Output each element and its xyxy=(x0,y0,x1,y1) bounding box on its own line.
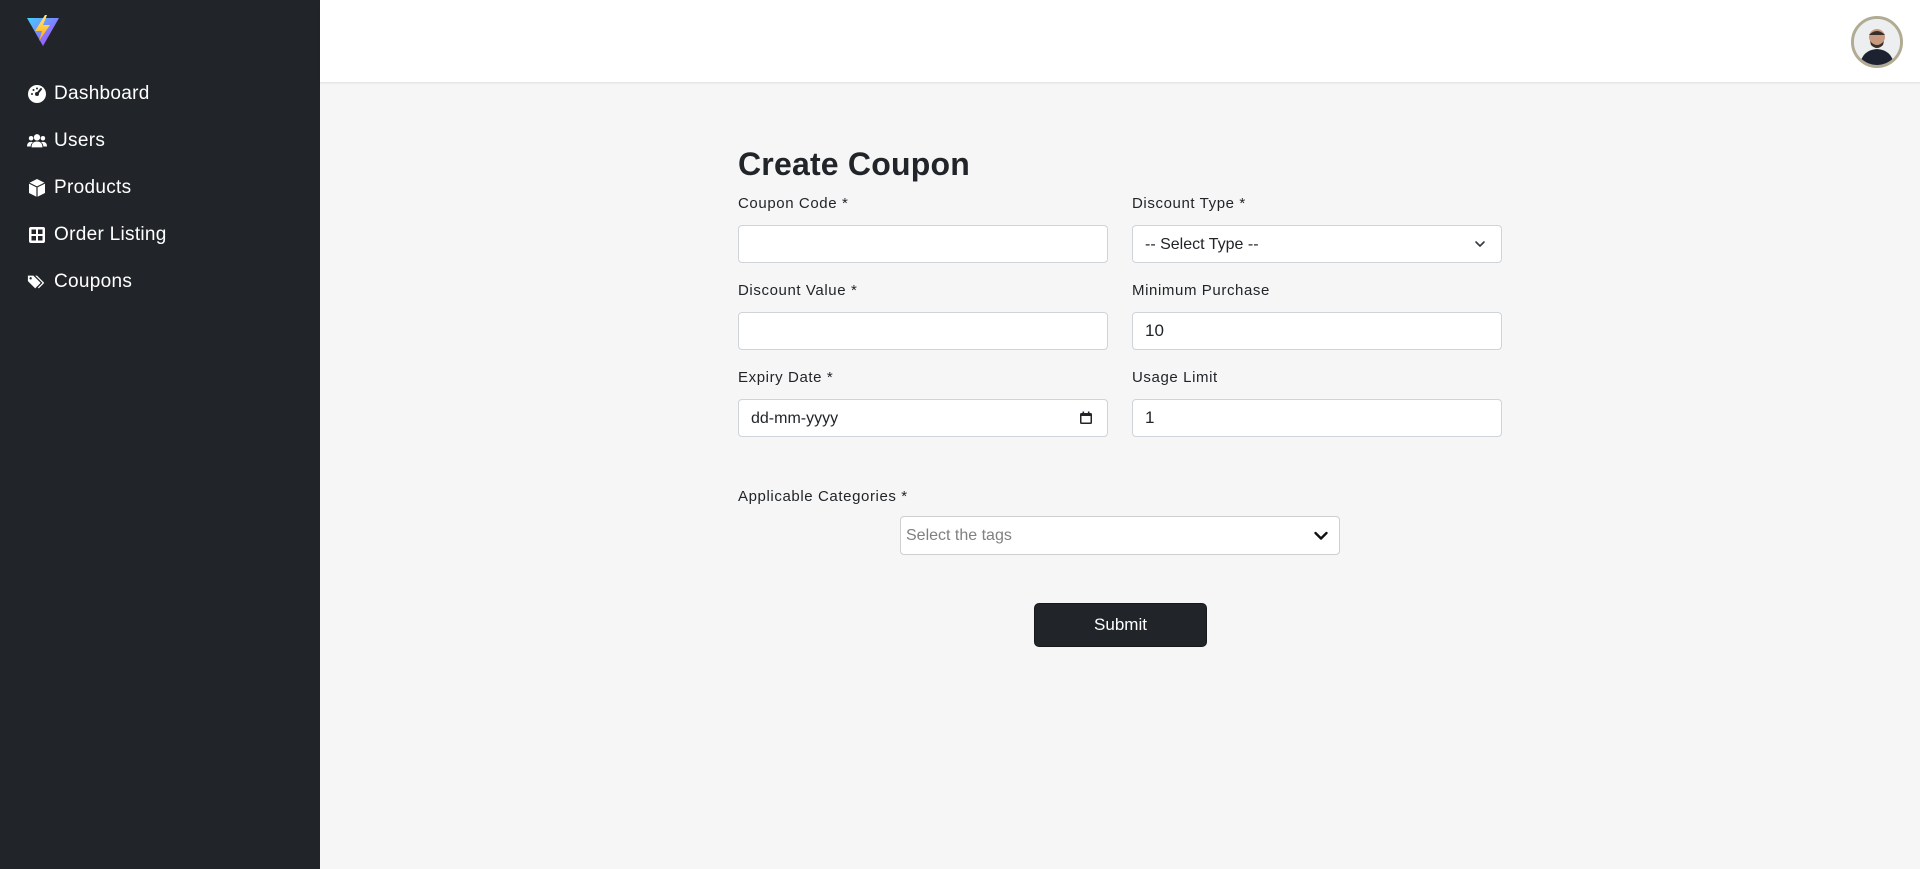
sidebar-item-label: Dashboard xyxy=(54,82,150,104)
expiry-date-input[interactable]: dd-mm-yyyy xyxy=(738,399,1108,437)
coupon-code-input[interactable] xyxy=(738,225,1108,263)
user-avatar-icon xyxy=(1854,19,1900,65)
discount-value-label: Discount Value * xyxy=(738,282,858,299)
calendar-icon[interactable] xyxy=(1079,411,1093,425)
grid-icon xyxy=(27,225,47,245)
chevron-down-icon xyxy=(1475,241,1485,247)
sidebar-item-users[interactable]: Users xyxy=(0,117,320,164)
discount-type-value: -- Select Type -- xyxy=(1145,236,1259,253)
top-header xyxy=(320,0,1920,83)
minimum-purchase-group: Minimum Purchase 10 xyxy=(1132,281,1502,350)
usage-limit-group: Usage Limit 1 xyxy=(1132,368,1502,437)
coupon-code-group: Coupon Code * xyxy=(738,194,1108,263)
chevron-down-icon xyxy=(1314,531,1328,540)
applicable-categories-label: Applicable Categories * xyxy=(738,488,908,505)
usage-limit-input[interactable]: 1 xyxy=(1132,399,1502,437)
sidebar-item-label: Products xyxy=(54,176,132,198)
categories-placeholder: Select the tags xyxy=(906,527,1012,544)
sidebar: Dashboard Users Products Order Listing C… xyxy=(0,0,320,869)
coupon-code-label: Coupon Code * xyxy=(738,195,849,212)
minimum-purchase-input[interactable]: 10 xyxy=(1132,312,1502,350)
users-icon xyxy=(27,131,47,151)
gauge-icon xyxy=(27,84,47,104)
lightning-v-logo-icon xyxy=(27,15,59,46)
create-coupon-form: Create Coupon Coupon Code * Discount Typ… xyxy=(738,142,1502,647)
discount-type-select[interactable]: -- Select Type -- xyxy=(1132,225,1502,263)
sidebar-item-label: Order Listing xyxy=(54,223,167,245)
sidebar-item-label: Users xyxy=(54,129,106,151)
tags-icon xyxy=(27,272,47,292)
sidebar-item-label: Coupons xyxy=(54,270,133,292)
app-logo[interactable] xyxy=(26,14,60,48)
sidebar-item-order-listing[interactable]: Order Listing xyxy=(0,211,320,258)
expiry-date-value: dd-mm-yyyy xyxy=(751,410,839,427)
expiry-date-group: Expiry Date * dd-mm-yyyy xyxy=(738,368,1108,437)
discount-type-group: Discount Type * -- Select Type -- xyxy=(1132,194,1502,263)
submit-button[interactable]: Submit xyxy=(1034,603,1207,647)
applicable-categories-select[interactable]: Select the tags xyxy=(900,516,1340,555)
sidebar-item-dashboard[interactable]: Dashboard xyxy=(0,70,320,117)
sidebar-nav: Dashboard Users Products Order Listing C… xyxy=(0,70,320,305)
box-icon xyxy=(27,178,47,198)
minimum-purchase-label: Minimum Purchase xyxy=(1132,282,1270,299)
user-avatar[interactable] xyxy=(1851,16,1903,68)
discount-type-label: Discount Type * xyxy=(1132,195,1246,212)
discount-value-group: Discount Value * xyxy=(738,281,1108,350)
usage-limit-label: Usage Limit xyxy=(1132,369,1218,386)
sidebar-item-products[interactable]: Products xyxy=(0,164,320,211)
discount-value-input[interactable] xyxy=(738,312,1108,350)
sidebar-item-coupons[interactable]: Coupons xyxy=(0,258,320,305)
page-title: Create Coupon xyxy=(738,146,970,182)
expiry-date-label: Expiry Date * xyxy=(738,369,834,386)
